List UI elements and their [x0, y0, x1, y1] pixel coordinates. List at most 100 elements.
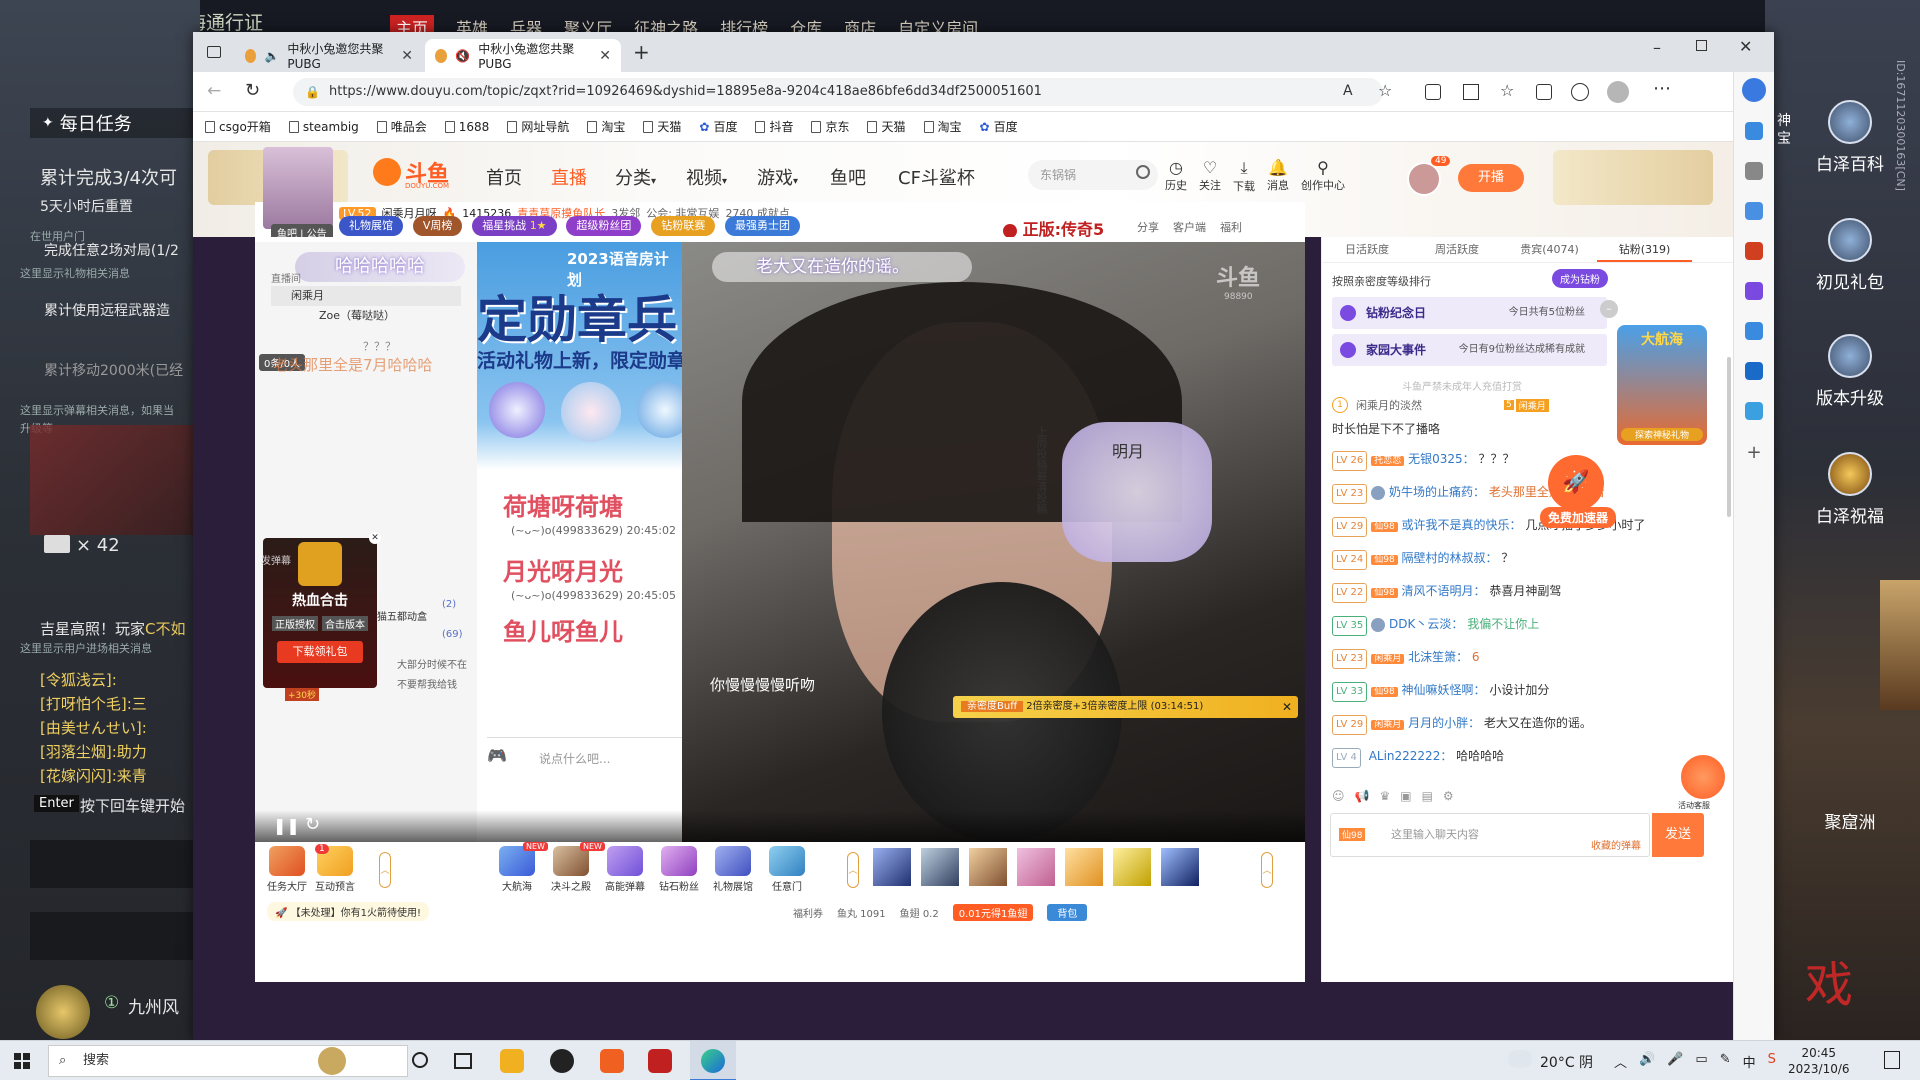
bookmark-item[interactable]: csgo开箱	[205, 118, 271, 135]
float-close-icon[interactable]: –	[1600, 300, 1618, 318]
pen-icon[interactable]: ✎	[1720, 1052, 1731, 1071]
speaker-icon[interactable]: 🔈	[264, 49, 279, 63]
extensions-icon[interactable]	[1425, 84, 1441, 100]
bookmark-item[interactable]: steambig	[288, 120, 359, 134]
send-button[interactable]: 发送	[1652, 813, 1704, 857]
bookmark-item[interactable]: 网址导航	[507, 118, 569, 135]
game-tab[interactable]: 自定义房间	[898, 15, 978, 32]
rank-row[interactable]: Zoe（莓哒哒）	[271, 306, 461, 326]
bookmark-item[interactable]: 淘宝	[587, 118, 625, 135]
volume-icon[interactable]: 🔊	[1639, 1052, 1655, 1071]
nav-live[interactable]: 直播	[551, 164, 587, 190]
collections-icon[interactable]	[1536, 84, 1552, 100]
favorites-icon[interactable]: ☆	[1500, 81, 1514, 100]
image-icon[interactable]: ▤	[1422, 789, 1433, 803]
nav-category[interactable]: 分类▾	[615, 164, 656, 190]
favorite-star-icon[interactable]: ☆	[1378, 81, 1392, 100]
read-aloud-icon[interactable]: A	[1343, 83, 1353, 99]
game-tab[interactable]: 聚义厅	[564, 15, 612, 32]
recharge-button[interactable]: 0.01元得1鱼翅	[952, 904, 1034, 921]
accelerator-button[interactable]: 免费加速器	[1540, 507, 1617, 528]
bing-icon[interactable]	[1742, 78, 1766, 102]
welfare-button[interactable]: 福利	[1220, 219, 1242, 235]
welfare-coupon[interactable]: 福利券	[793, 905, 823, 920]
customer-service-icon[interactable]	[1679, 753, 1727, 801]
player-chat-input[interactable]: 说点什么吧...	[539, 750, 610, 767]
minimize-button[interactable]: –	[1653, 38, 1661, 57]
app-edge-active[interactable]	[690, 1041, 736, 1080]
gift-item[interactable]	[873, 848, 911, 886]
chevron-up-icon[interactable]: ︿	[1261, 852, 1273, 888]
gift-duel[interactable]: 决斗之殿	[549, 846, 593, 893]
windows-start-icon[interactable]	[14, 1053, 30, 1069]
gift-item[interactable]	[1065, 848, 1103, 886]
game-tab[interactable]: 排行榜	[720, 15, 768, 32]
gift-diamond-fans[interactable]: 钻石粉丝	[657, 846, 701, 893]
close-window-button[interactable]: ✕	[1739, 37, 1752, 56]
share-button[interactable]: 分享	[1137, 219, 1159, 235]
taskbar-search[interactable]: ⌕ 搜索	[48, 1045, 408, 1077]
pause-icon[interactable]: ❚❚	[273, 816, 300, 835]
pill-v-rank[interactable]: V周榜	[412, 216, 463, 236]
fans-icon[interactable]: ▣	[1400, 789, 1411, 803]
task-item[interactable]: 累计使用远程武器造	[44, 300, 170, 320]
messages-button[interactable]: 🔔 消息	[1267, 158, 1289, 194]
refresh-stream-icon[interactable]: ↻	[305, 814, 320, 835]
bookmark-item[interactable]: 抖音	[755, 118, 793, 135]
tab-diamond[interactable]: 钻粉(319)	[1597, 237, 1692, 262]
bell-icon[interactable]	[1745, 122, 1763, 140]
lock-icon[interactable]: 🔒	[305, 78, 320, 106]
split-screen-icon[interactable]	[1463, 84, 1479, 100]
tab-actions-icon[interactable]	[207, 46, 221, 58]
game-tab[interactable]: 征神之路	[634, 15, 698, 32]
pill-gift-hall[interactable]: 礼物展馆	[339, 216, 403, 236]
ad-card[interactable]: 热血合击 正版授权 合击版本 下载领礼包 发弹幕 ✕	[261, 532, 381, 688]
send-icon[interactable]	[1745, 402, 1763, 420]
muted-speaker-icon[interactable]: 🔇	[455, 49, 470, 63]
download-button[interactable]: ⤓ 下载	[1233, 158, 1255, 194]
buff-bar[interactable]: 亲密度Buff 2倍亲密度+3倍亲密度上限 (03:14:51) ✕	[953, 696, 1298, 718]
search-icon[interactable]	[1745, 162, 1763, 180]
daily-task-header[interactable]: ✦ 每日任务	[30, 108, 200, 138]
task-view-icon[interactable]	[454, 1053, 472, 1069]
game-tab[interactable]: 兵器	[510, 15, 542, 32]
pill-strongest-team[interactable]: 最强勇士团	[725, 216, 801, 236]
game-slot[interactable]	[30, 912, 200, 960]
tab-daily[interactable]: 日活跃度	[1322, 237, 1412, 262]
backpack-button[interactable]: 背包	[1047, 904, 1088, 921]
jukuzhou-button[interactable]: 聚窟洲	[1815, 808, 1885, 833]
app-douyu-icon[interactable]	[600, 1049, 624, 1073]
weather-icon[interactable]	[1508, 1050, 1532, 1068]
bookmark-item[interactable]: 淘宝	[923, 118, 962, 135]
settings-icon[interactable]: ⚙	[1443, 789, 1454, 803]
chevron-up-icon[interactable]: ︿	[379, 852, 391, 888]
app-tray-icon[interactable]: S	[1768, 1052, 1776, 1071]
close-tab-icon[interactable]: ✕	[599, 48, 611, 64]
browser-essentials-icon[interactable]	[1571, 83, 1589, 101]
ime-label[interactable]: 中	[1743, 1052, 1756, 1071]
baize-wiki-button[interactable]: 白泽百科	[1815, 100, 1885, 175]
rank-row[interactable]: 闲乘月	[271, 286, 461, 306]
streamer-avatar[interactable]	[263, 147, 333, 229]
game-tab[interactable]: 仓库	[790, 15, 822, 32]
game-slot[interactable]	[30, 840, 200, 888]
start-broadcast-button[interactable]: 开播	[1458, 164, 1524, 192]
history-button[interactable]: ◷ 历史	[1165, 158, 1187, 194]
mic-icon[interactable]: 🎤	[1667, 1052, 1683, 1071]
version-upgrade-button[interactable]: 版本升级	[1815, 334, 1885, 409]
game-tab[interactable]: 商店	[844, 15, 876, 32]
briefcase-icon[interactable]	[1745, 242, 1763, 260]
gift-high-energy[interactable]: 高能弹幕	[603, 846, 647, 893]
game-tab[interactable]: 英雄	[456, 15, 488, 32]
emoji-icon[interactable]: ☺	[1332, 789, 1345, 803]
nav-cf-cup[interactable]: CF斗鲨杯	[898, 164, 975, 190]
network-icon[interactable]: ▭	[1695, 1052, 1707, 1071]
chevron-up-icon[interactable]: ︿	[1614, 1052, 1627, 1071]
diamond-day-card[interactable]: 钻粉纪念日 今日共有5位粉丝	[1332, 297, 1607, 329]
become-fan-button[interactable]: 成为钻粉	[1552, 269, 1608, 288]
gift-big-voyage[interactable]: 大航海	[495, 846, 539, 893]
gift-any-door[interactable]: 任意门	[765, 846, 809, 893]
bookmark-item[interactable]: ✿ 百度	[699, 118, 737, 135]
task-item[interactable]: 累计移动2000米(已经	[44, 360, 183, 380]
video-player[interactable]: 哈哈哈哈哈 直播间 闲乘月 Zoe（莓哒哒） ？？？ 0条/0人 老头那里全是7…	[255, 242, 1305, 842]
